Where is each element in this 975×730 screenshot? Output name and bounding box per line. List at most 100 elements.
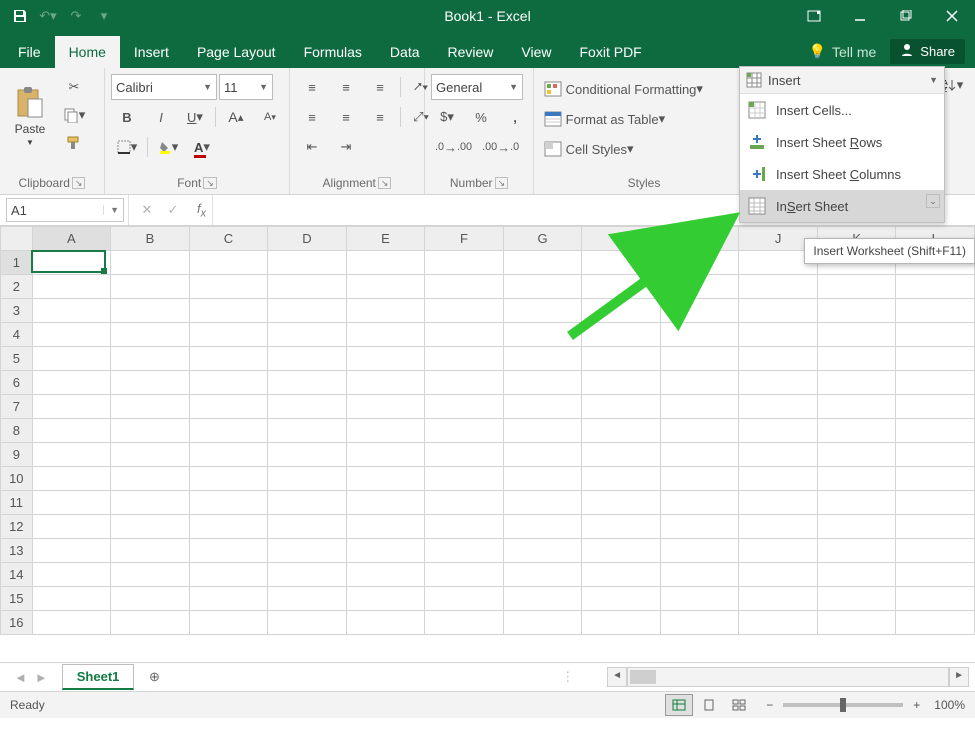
cell[interactable]: [189, 275, 268, 299]
grow-font-button[interactable]: A▴: [220, 104, 252, 130]
cell[interactable]: [268, 419, 347, 443]
cell[interactable]: [32, 539, 111, 563]
cell[interactable]: [425, 611, 504, 635]
zoom-slider[interactable]: [783, 703, 903, 707]
cell[interactable]: [503, 299, 582, 323]
cell[interactable]: [660, 347, 739, 371]
tab-home[interactable]: Home: [55, 36, 120, 68]
cell[interactable]: [739, 491, 818, 515]
cell[interactable]: [268, 275, 347, 299]
zoom-value[interactable]: 100%: [934, 698, 965, 712]
column-header[interactable]: I: [660, 227, 739, 251]
percent-icon[interactable]: %: [465, 104, 497, 130]
row-header[interactable]: 12: [1, 515, 33, 539]
cell[interactable]: [817, 587, 896, 611]
cell[interactable]: [189, 443, 268, 467]
cell[interactable]: [346, 419, 425, 443]
cell[interactable]: [111, 371, 190, 395]
cell[interactable]: [896, 587, 975, 611]
cell[interactable]: [111, 395, 190, 419]
cell[interactable]: [111, 347, 190, 371]
decrease-indent-icon[interactable]: ⇤: [296, 134, 328, 160]
cell[interactable]: [503, 587, 582, 611]
column-header[interactable]: G: [503, 227, 582, 251]
cell[interactable]: [32, 299, 111, 323]
cell[interactable]: [503, 611, 582, 635]
cell[interactable]: [32, 275, 111, 299]
column-header[interactable]: D: [268, 227, 347, 251]
currency-icon[interactable]: $▾: [431, 104, 463, 130]
cell[interactable]: [503, 467, 582, 491]
decrease-decimal-icon[interactable]: .00→.0: [478, 134, 523, 160]
increase-indent-icon[interactable]: ⇥: [330, 134, 362, 160]
cell[interactable]: [739, 371, 818, 395]
cell[interactable]: [425, 419, 504, 443]
dialog-launcher-icon[interactable]: ↘: [378, 177, 392, 189]
cell[interactable]: [425, 515, 504, 539]
cell[interactable]: [425, 251, 504, 275]
tab-data[interactable]: Data: [376, 36, 434, 68]
cell[interactable]: [582, 587, 661, 611]
cell[interactable]: [425, 491, 504, 515]
cell[interactable]: [582, 347, 661, 371]
cell[interactable]: [346, 251, 425, 275]
cell[interactable]: [582, 563, 661, 587]
cell[interactable]: [817, 611, 896, 635]
splitter-dots-icon[interactable]: ⋮: [553, 669, 582, 685]
cell[interactable]: [896, 275, 975, 299]
cell[interactable]: [425, 323, 504, 347]
close-icon[interactable]: [929, 0, 975, 32]
cell[interactable]: [189, 371, 268, 395]
cell[interactable]: [268, 371, 347, 395]
tab-foxit-pdf[interactable]: Foxit PDF: [566, 36, 656, 68]
menu-insert-cells[interactable]: Insert Cells...: [740, 94, 944, 126]
cell[interactable]: [582, 371, 661, 395]
qat-customize-icon[interactable]: ▾: [92, 4, 116, 28]
cell[interactable]: [189, 347, 268, 371]
cell[interactable]: [425, 563, 504, 587]
cell[interactable]: [32, 491, 111, 515]
cell[interactable]: [268, 491, 347, 515]
dialog-launcher-icon[interactable]: ↘: [203, 177, 217, 189]
cell[interactable]: [346, 491, 425, 515]
cell[interactable]: [739, 419, 818, 443]
horizontal-scrollbar[interactable]: ◄ ►: [582, 667, 975, 687]
row-header[interactable]: 7: [1, 395, 33, 419]
cell[interactable]: [582, 611, 661, 635]
scroll-right-icon[interactable]: ►: [949, 667, 969, 687]
cell[interactable]: [660, 611, 739, 635]
cell[interactable]: [111, 563, 190, 587]
cell[interactable]: [268, 587, 347, 611]
cell[interactable]: [582, 395, 661, 419]
cell[interactable]: [817, 443, 896, 467]
tab-formulas[interactable]: Formulas: [290, 36, 376, 68]
align-right-icon[interactable]: ≡: [364, 104, 396, 130]
cell[interactable]: [111, 275, 190, 299]
cell[interactable]: [660, 539, 739, 563]
cell[interactable]: [503, 395, 582, 419]
worksheet-grid[interactable]: ABCDEFGHIJKL12345678910111213141516: [0, 226, 975, 662]
ribbon-display-options-icon[interactable]: [791, 0, 837, 32]
cell[interactable]: [111, 587, 190, 611]
tab-page-layout[interactable]: Page Layout: [183, 36, 290, 68]
column-header[interactable]: E: [346, 227, 425, 251]
cell[interactable]: [111, 251, 190, 275]
cell[interactable]: [582, 251, 661, 275]
name-box[interactable]: A1 ▼: [6, 198, 124, 222]
number-format-combo[interactable]: General▼: [431, 74, 523, 100]
cell[interactable]: [817, 515, 896, 539]
column-header[interactable]: C: [189, 227, 268, 251]
cell[interactable]: [817, 299, 896, 323]
row-header[interactable]: 3: [1, 299, 33, 323]
cell[interactable]: [111, 443, 190, 467]
font-name-combo[interactable]: Calibri▼: [111, 74, 217, 100]
cell[interactable]: [268, 539, 347, 563]
view-page-layout-icon[interactable]: [695, 694, 723, 716]
cell[interactable]: [817, 347, 896, 371]
cell[interactable]: [32, 443, 111, 467]
row-header[interactable]: 4: [1, 323, 33, 347]
cell[interactable]: [817, 419, 896, 443]
cell[interactable]: [503, 443, 582, 467]
cell[interactable]: [268, 395, 347, 419]
tab-view[interactable]: View: [507, 36, 565, 68]
